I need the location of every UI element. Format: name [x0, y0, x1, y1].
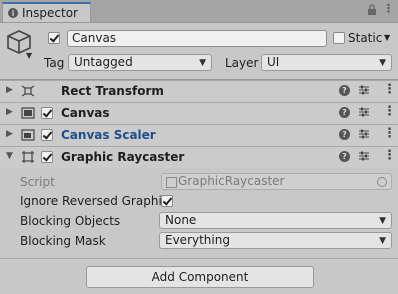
layer-value: UI [267, 55, 280, 69]
static-checkbox[interactable] [333, 32, 345, 44]
script-value: GraphicRaycaster [178, 174, 285, 188]
preset-sliders-icon[interactable] [358, 106, 370, 118]
script-label: Script [20, 175, 55, 189]
kebab-menu-icon[interactable]: ⋮ [383, 105, 396, 118]
preset-sliders-icon[interactable] [358, 84, 370, 96]
enabled-checkbox[interactable] [41, 151, 53, 163]
tab-inspector[interactable]: i Inspector [2, 2, 91, 22]
fold-arrow-expanded-icon[interactable]: ▼ [6, 151, 13, 161]
blocking-objects-dropdown[interactable]: None ▼ [159, 212, 392, 229]
component-canvas-scaler[interactable]: ▶ Canvas Scaler ? ⋮ [0, 124, 398, 146]
name-field[interactable]: Canvas [67, 30, 327, 47]
fold-arrow-icon[interactable]: ▶ [6, 107, 13, 117]
tab-bar-icons: ⋮ [367, 3, 394, 18]
component-title: Canvas [61, 106, 110, 120]
inspector-window: i Inspector ⋮ ▼ Canvas Static ▼ Tag Unta… [0, 0, 398, 294]
script-row: Script GraphicRaycaster [0, 172, 398, 192]
enabled-checkbox[interactable] [41, 107, 53, 119]
preset-sliders-icon[interactable] [358, 150, 370, 162]
preset-sliders-icon[interactable] [358, 128, 370, 140]
blocking-mask-dropdown[interactable]: Everything ▼ [159, 232, 392, 249]
blocking-mask-row: Blocking Mask Everything ▼ [0, 231, 398, 251]
kebab-menu-icon[interactable]: ⋮ [383, 127, 396, 140]
blocking-objects-label: Blocking Objects [20, 214, 121, 228]
blocking-objects-value: None [165, 213, 197, 227]
chevron-down-icon: ▼ [199, 58, 206, 68]
tab-bar: i Inspector ⋮ [0, 0, 398, 23]
component-graphic-raycaster[interactable]: ▼ Graphic Raycaster ? ⋮ [0, 146, 398, 168]
active-checkbox[interactable] [48, 32, 60, 44]
component-canvas[interactable]: ▶ Canvas ? ⋮ [0, 102, 398, 124]
lock-icon[interactable] [367, 4, 377, 18]
blocking-objects-row: Blocking Objects None ▼ [0, 211, 398, 231]
tag-dropdown[interactable]: Untagged ▼ [68, 54, 212, 71]
divider [0, 258, 398, 259]
script-field: GraphicRaycaster [161, 173, 392, 190]
help-icon[interactable]: ? [339, 107, 350, 118]
enabled-checkbox[interactable] [41, 129, 53, 141]
component-title: Graphic Raycaster [61, 150, 185, 164]
chevron-down-icon: ▼ [379, 216, 386, 226]
tab-label: Inspector [22, 6, 78, 20]
layer-dropdown[interactable]: UI ▼ [261, 54, 392, 71]
canvas-scaler-icon [21, 129, 35, 141]
ignore-reversed-label: Ignore Reversed Graphic [20, 194, 169, 208]
ignore-reversed-row: Ignore Reversed Graphic [0, 191, 398, 211]
rect-transform-icon [21, 85, 35, 97]
blocking-mask-value: Everything [165, 233, 230, 247]
static-dropdown-arrow-icon[interactable]: ▼ [384, 33, 390, 42]
help-icon[interactable]: ? [339, 85, 350, 96]
component-rect-transform[interactable]: ▶ Rect Transform ? ⋮ [0, 80, 398, 102]
object-picker-icon[interactable] [377, 177, 387, 187]
script-file-icon [166, 177, 177, 188]
chevron-down-icon: ▼ [379, 58, 386, 68]
help-icon[interactable]: ? [339, 129, 350, 140]
chevron-down-icon: ▼ [379, 236, 386, 246]
kebab-menu-icon[interactable]: ⋮ [383, 149, 396, 162]
static-label: Static [348, 31, 383, 45]
menu-dots-icon[interactable]: ⋮ [383, 3, 394, 18]
help-icon[interactable]: ? [339, 151, 350, 162]
icon-dropdown-arrow-icon[interactable]: ▼ [26, 51, 32, 60]
ignore-reversed-checkbox[interactable] [161, 195, 173, 207]
layer-label: Layer [225, 56, 259, 70]
fold-arrow-icon[interactable]: ▶ [6, 85, 13, 95]
tag-label: Tag [44, 56, 65, 70]
component-title: Rect Transform [61, 84, 164, 98]
info-icon: i [8, 8, 18, 18]
blocking-mask-label: Blocking Mask [20, 234, 106, 248]
add-component-button[interactable]: Add Component [86, 266, 314, 288]
component-title: Canvas Scaler [61, 128, 156, 142]
kebab-menu-icon[interactable]: ⋮ [383, 83, 396, 96]
canvas-icon [21, 107, 35, 119]
graphic-raycaster-icon [22, 151, 34, 163]
object-header: ▼ Canvas Static ▼ Tag Untagged ▼ Layer U… [0, 23, 398, 80]
fold-arrow-icon[interactable]: ▶ [6, 129, 13, 139]
tag-value: Untagged [74, 55, 133, 69]
